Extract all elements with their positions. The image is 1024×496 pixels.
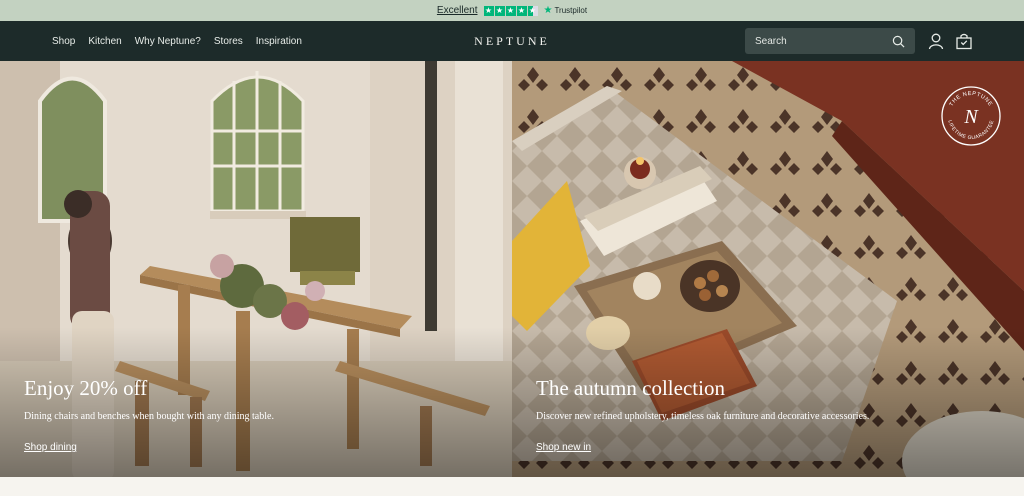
hero-text: The autumn collection Discover new refin…: [536, 376, 869, 455]
hero-subtitle: Discover new refined upholstery, timeles…: [536, 411, 870, 422]
trustpilot-star-icon: ★: [543, 5, 553, 16]
shop-dining-link[interactable]: Shop dining: [24, 442, 77, 453]
star-icon: ★: [483, 5, 494, 16]
nav-link-shop[interactable]: Shop: [52, 36, 75, 47]
basket-icon[interactable]: [955, 32, 973, 50]
star-icon: ★: [516, 5, 527, 16]
hero-section: Enjoy 20% off Dining chairs and benches …: [0, 61, 1024, 477]
shop-new-in-link[interactable]: Shop new in: [536, 442, 591, 453]
nav-links: Shop Kitchen Why Neptune? Stores Inspira…: [52, 21, 302, 61]
hero-title: The autumn collection: [536, 376, 725, 400]
star-icon: ★: [494, 5, 505, 16]
hero-autumn-collection[interactable]: THE NEPTUNE LIFETIME GUARANTEE N The aut…: [512, 61, 1024, 477]
hero-text: Enjoy 20% off Dining chairs and benches …: [24, 376, 274, 455]
hero-subtitle: Dining chairs and benches when bought wi…: [24, 411, 274, 422]
nav-link-why-neptune[interactable]: Why Neptune?: [135, 36, 201, 47]
main-nav: Shop Kitchen Why Neptune? Stores Inspira…: [0, 21, 1024, 61]
nav-link-inspiration[interactable]: Inspiration: [256, 36, 302, 47]
hero-dining[interactable]: Enjoy 20% off Dining chairs and benches …: [0, 61, 512, 477]
search-box[interactable]: [745, 28, 915, 54]
half-star-icon: ★: [527, 5, 538, 16]
account-icon[interactable]: [927, 32, 945, 50]
badge-letter: N: [963, 106, 979, 128]
trustpilot-logo: ★ Trustpilot: [544, 5, 588, 16]
nav-link-stores[interactable]: Stores: [214, 36, 243, 47]
trustpilot-name: Trustpilot: [554, 6, 588, 15]
search-icon[interactable]: [892, 35, 905, 48]
lifetime-guarantee-badge: THE NEPTUNE LIFETIME GUARANTEE N: [941, 86, 1001, 146]
star-icon: ★: [505, 5, 516, 16]
page-content-start: [0, 477, 1024, 496]
rating-stars: ★ ★ ★ ★ ★: [483, 5, 538, 16]
hero-title: Enjoy 20% off: [24, 376, 148, 400]
search-input[interactable]: [755, 35, 892, 47]
rating-label[interactable]: Excellent: [437, 5, 478, 16]
trustpilot-bar[interactable]: Excellent ★ ★ ★ ★ ★ ★ Trustpilot: [0, 0, 1024, 21]
nav-link-kitchen[interactable]: Kitchen: [88, 36, 121, 47]
